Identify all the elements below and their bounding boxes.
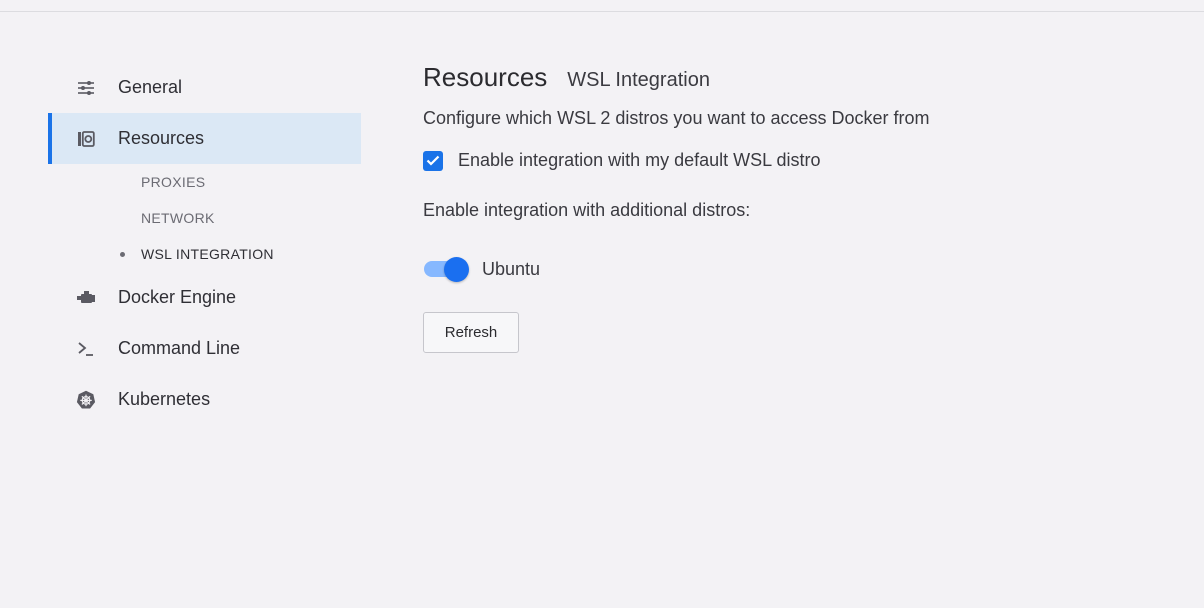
- sidebar-item-label: Docker Engine: [118, 287, 237, 307]
- resources-subnav: PROXIES NETWORK WSL INTEGRATION: [48, 164, 361, 272]
- default-distro-checkbox[interactable]: [423, 150, 443, 171]
- page-subtitle: WSL Integration: [567, 69, 710, 91]
- kubernetes-helm-icon: [76, 390, 96, 410]
- ubuntu-toggle[interactable]: [423, 256, 469, 282]
- subnav-item-label: WSL INTEGRATION: [141, 246, 274, 262]
- default-distro-label: Enable integration with my default WSL d…: [458, 150, 821, 170]
- sidebar-item-docker-engine[interactable]: Docker Engine: [48, 272, 361, 323]
- distro-row: Ubuntu: [423, 256, 1183, 282]
- distro-name: Ubuntu: [482, 258, 541, 279]
- sidebar-item-label: Resources: [118, 128, 205, 148]
- checkmark-icon: [426, 155, 440, 166]
- additional-distros-label: Enable integration with additional distr…: [423, 200, 751, 220]
- default-distro-option: Enable integration with my default WSL d…: [423, 150, 1183, 171]
- subnav-item-network[interactable]: NETWORK: [141, 200, 361, 236]
- resources-icon: [76, 129, 96, 149]
- page-description: Configure which WSL 2 distros you want t…: [423, 108, 930, 128]
- sidebar-item-kubernetes[interactable]: Kubernetes: [48, 374, 361, 425]
- engine-icon: [76, 288, 96, 308]
- sliders-icon: [76, 78, 96, 98]
- sidebar-item-label: General: [118, 77, 183, 97]
- sidebar-item-label: Kubernetes: [118, 389, 211, 409]
- top-divider: [0, 11, 1204, 12]
- subnav-item-proxies[interactable]: PROXIES: [141, 164, 361, 200]
- toggle-knob: [444, 257, 469, 282]
- subnav-item-label: PROXIES: [141, 174, 206, 190]
- active-dot-icon: [120, 252, 125, 257]
- sidebar-item-command-line[interactable]: Command Line: [48, 323, 361, 374]
- subnav-item-wsl-integration[interactable]: WSL INTEGRATION: [120, 236, 361, 272]
- sidebar-item-resources[interactable]: Resources: [48, 113, 361, 164]
- refresh-button[interactable]: Refresh: [423, 312, 519, 353]
- sidebar-item-label: Command Line: [118, 338, 241, 358]
- settings-sidebar: General Resources PROXIES NETWORK WSL IN…: [48, 62, 361, 425]
- terminal-prompt-icon: [76, 339, 96, 359]
- page-title: Resources: [423, 62, 548, 92]
- settings-content: Resources WSL Integration Configure whic…: [423, 62, 1183, 353]
- sidebar-item-general[interactable]: General: [48, 62, 361, 113]
- page-header: Resources WSL Integration: [423, 62, 1183, 98]
- subnav-item-label: NETWORK: [141, 210, 215, 226]
